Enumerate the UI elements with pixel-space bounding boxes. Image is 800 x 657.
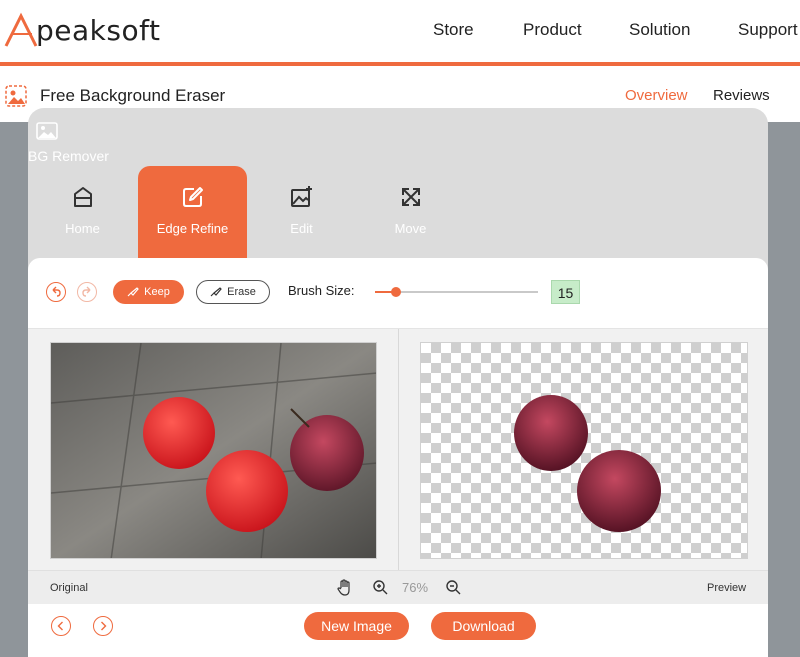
erase-button[interactable]: Erase <box>196 280 270 304</box>
home-icon <box>74 187 92 207</box>
canvas-statusbar: Original 76% Preview <box>28 570 768 604</box>
brush-size-value[interactable]: 15 <box>551 280 580 304</box>
canvas-divider <box>398 329 399 571</box>
original-image[interactable] <box>50 342 377 559</box>
nav-store[interactable]: Store <box>433 20 474 40</box>
nav-product[interactable]: Product <box>523 20 582 40</box>
edit-square-icon <box>183 187 203 207</box>
tab-home[interactable]: Home <box>28 166 137 258</box>
brush-size-label: Brush Size: <box>288 283 355 298</box>
preview-label: Preview <box>707 582 747 594</box>
keep-button[interactable]: Keep <box>113 280 184 304</box>
image-icon <box>36 122 58 140</box>
product-icon <box>5 85 27 107</box>
undo-icon <box>52 286 61 297</box>
brush-toolbar: Keep Erase Brush Size: 15 <box>28 258 768 328</box>
previous-button[interactable] <box>51 616 71 636</box>
keep-label: Keep <box>144 286 170 298</box>
hand-icon[interactable] <box>337 579 353 597</box>
original-photo <box>51 343 376 558</box>
reviews-link[interactable]: Reviews <box>713 87 770 104</box>
overview-link[interactable]: Overview <box>625 87 688 104</box>
preview-photo <box>514 395 661 532</box>
bg-remover-label: BG Remover <box>28 148 109 164</box>
brush-size-slider[interactable] <box>375 287 538 297</box>
product-title: Free Background Eraser <box>40 86 226 105</box>
tab-edge-refine[interactable]: Edge Refine <box>138 166 247 258</box>
preview-image[interactable] <box>420 342 748 559</box>
next-button[interactable] <box>93 616 113 636</box>
tab-move[interactable]: Move <box>356 166 465 258</box>
logo-icon <box>4 12 38 47</box>
tab-edge-refine-label: Edge Refine <box>156 221 229 236</box>
apeaksoft-logo[interactable]: peaksoft <box>4 10 160 50</box>
nav-support[interactable]: Support <box>738 20 798 40</box>
zoom-in-icon[interactable] <box>373 580 388 595</box>
tab-move-label: Move <box>394 221 427 236</box>
eraser-icon <box>210 287 222 297</box>
slider-thumb[interactable] <box>391 287 402 297</box>
eraser-app-panel: BG Remover Home Edge Refine Edit Move Ke… <box>28 108 768 657</box>
logo-text: peaksoft <box>36 13 161 47</box>
tool-area: Keep Erase Brush Size: 15 Original 76% P… <box>28 258 768 657</box>
move-icon <box>402 188 420 206</box>
chevron-left-icon <box>57 621 63 631</box>
original-label: Original <box>50 582 88 594</box>
nav-solution[interactable]: Solution <box>629 20 690 40</box>
zoom-out-icon[interactable] <box>446 580 461 595</box>
download-button[interactable]: Download <box>431 612 536 640</box>
image-edit-icon <box>291 186 312 207</box>
tab-home-label: Home <box>65 221 100 236</box>
tab-edit-label: Edit <box>290 221 313 236</box>
action-footer: New Image Download <box>28 604 768 657</box>
zoom-level: 76% <box>402 580 429 595</box>
redo-button[interactable] <box>77 282 97 302</box>
chevron-right-icon <box>101 621 107 631</box>
new-image-button[interactable]: New Image <box>304 612 409 640</box>
undo-button[interactable] <box>46 282 66 302</box>
tab-edit[interactable]: Edit <box>247 166 356 258</box>
brush-keep-icon <box>127 287 139 297</box>
canvas-area <box>28 328 768 571</box>
top-navbar: peaksoft Store Product Solution Support <box>0 0 800 63</box>
erase-label: Erase <box>227 286 256 298</box>
redo-icon <box>82 286 91 297</box>
